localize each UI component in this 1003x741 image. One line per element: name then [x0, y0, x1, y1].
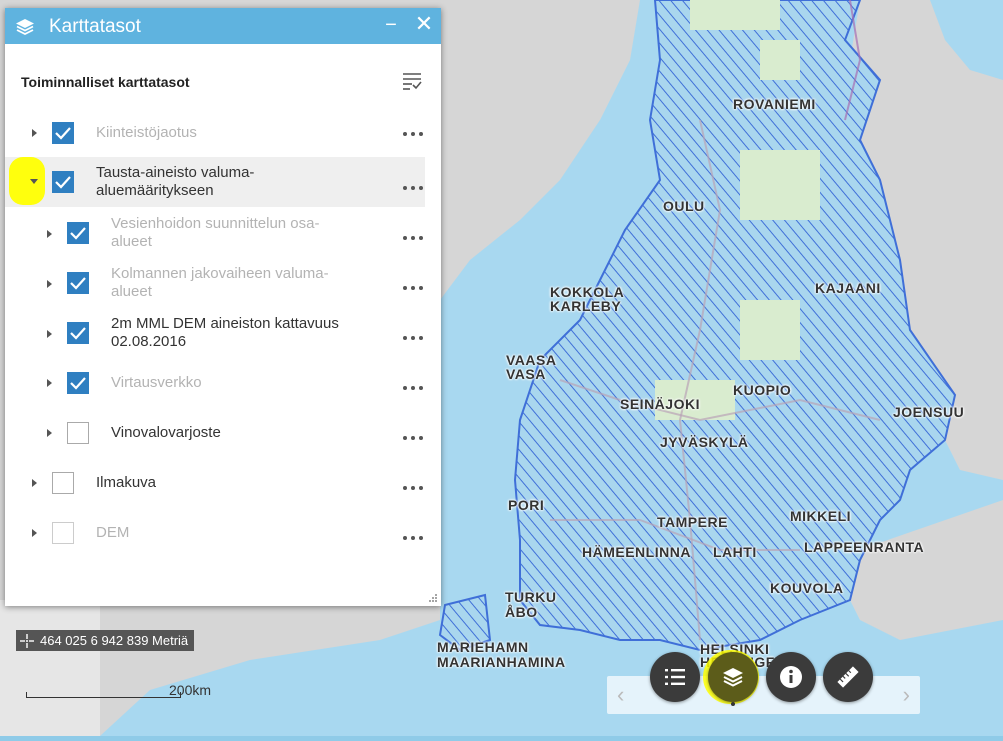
map-label: KAJAANI: [815, 280, 881, 296]
map-label: SEINÄJOKI: [620, 396, 700, 412]
expand-arrow-icon[interactable]: [47, 379, 52, 387]
map-label: JOENSUU: [893, 404, 965, 420]
layer-checkbox[interactable]: [52, 171, 74, 193]
layer-label: Kiinteistöjaotus: [96, 124, 197, 141]
map-label: TAMPERE: [657, 514, 728, 530]
layers-button[interactable]: [708, 652, 758, 702]
toolbar-prev-button[interactable]: ‹: [617, 682, 624, 708]
more-options-icon[interactable]: [403, 533, 425, 543]
layer-row-vinovalovarjoste[interactable]: Vinovalovarjoste: [5, 420, 425, 446]
more-options-icon[interactable]: [403, 383, 425, 393]
layer-label: Ilmakuva: [96, 474, 157, 491]
scale-label: 200km: [169, 682, 212, 698]
layer-list-panel: Karttatasot − ✕ Toiminnalliset karttatas…: [5, 8, 441, 606]
map-label: MIKKELI: [790, 508, 852, 524]
more-options-icon[interactable]: [403, 183, 425, 193]
layer-row-tausta-aineisto[interactable]: Tausta-aineisto valuma- aluemääritykseen: [5, 157, 425, 207]
more-options-icon[interactable]: [403, 433, 425, 443]
more-options-icon[interactable]: [403, 129, 425, 139]
checkmark-icon: [70, 377, 86, 390]
expand-arrow-icon[interactable]: [47, 330, 52, 338]
layer-row-2m-mml-dem[interactable]: 2m MML DEM aineiston kattavuus 02.08.201…: [5, 314, 425, 354]
map-label: OULU: [663, 198, 705, 214]
layer-checkbox[interactable]: [67, 322, 89, 344]
layer-list-button[interactable]: [650, 652, 700, 702]
map-label: HÄMEENLINNA: [582, 544, 691, 560]
section-title: Toiminnalliset karttatasot: [21, 74, 190, 90]
more-options-icon[interactable]: [403, 333, 425, 343]
expand-arrow-icon[interactable]: [32, 129, 37, 137]
layer-checkbox[interactable]: [52, 472, 74, 494]
layer-checkbox[interactable]: [52, 522, 74, 544]
expand-arrow-icon[interactable]: [32, 479, 37, 487]
panel-title: Karttatasot: [49, 16, 141, 37]
layer-row-ilmakuva[interactable]: Ilmakuva: [5, 470, 425, 496]
layer-label: Virtausverkko: [111, 374, 202, 391]
map-label: MAARIANHAMINA: [437, 654, 566, 670]
map-label: ÅBO: [505, 604, 538, 620]
map-label: PORI: [508, 497, 545, 513]
layer-label: Kolmannen jakovaiheen valuma- alueet: [111, 265, 329, 300]
toolbar-next-button[interactable]: ›: [903, 682, 910, 708]
resize-grip-icon[interactable]: [428, 593, 438, 603]
layer-checkbox[interactable]: [67, 372, 89, 394]
checkmark-icon: [55, 127, 71, 140]
crosshair-icon: [20, 633, 34, 648]
checkmark-icon: [70, 277, 86, 290]
ruler-icon: [837, 666, 859, 688]
map-label: LAPPEENRANTA: [804, 539, 925, 555]
expand-arrow-icon[interactable]: [47, 429, 52, 437]
scale-line: [26, 692, 181, 698]
map-label: VASA: [506, 366, 546, 382]
layer-checkbox[interactable]: [67, 272, 89, 294]
map-label: KUOPIO: [733, 382, 792, 398]
more-options-icon[interactable]: [403, 483, 425, 493]
map-label: MARIEHAMN: [437, 639, 529, 655]
expand-arrow-icon[interactable]: [47, 280, 52, 288]
layer-options-icon[interactable]: [401, 70, 423, 92]
expand-arrow-icon[interactable]: [32, 529, 37, 537]
page-indicator-dot: [731, 702, 735, 706]
map-label: JYVÄSKYLÄ: [660, 434, 749, 450]
expand-arrow-icon[interactable]: [47, 230, 52, 238]
coordinate-text: 464 025 6 942 839 Metriä: [40, 633, 189, 648]
layer-row-kolmannen[interactable]: Kolmannen jakovaiheen valuma- alueet: [5, 264, 425, 304]
measure-button[interactable]: [823, 652, 873, 702]
layer-label: Vesienhoidon suunnittelun osa- alueet: [111, 215, 320, 250]
checkmark-icon: [70, 227, 86, 240]
layer-label: 2m MML DEM aineiston kattavuus 02.08.201…: [111, 315, 339, 350]
map-label: TURKU: [505, 589, 557, 605]
layer-label: Vinovalovarjoste: [111, 424, 221, 441]
map-label: ROVANIEMI: [733, 96, 816, 112]
info-icon: [780, 666, 802, 688]
collapse-arrow-icon[interactable]: [30, 179, 38, 184]
layer-row-dem[interactable]: DEM: [5, 520, 425, 546]
more-options-icon[interactable]: [403, 283, 425, 293]
list-icon: [665, 669, 685, 685]
widget-toolbar: ‹ ›: [607, 650, 920, 714]
checkmark-icon: [70, 327, 86, 340]
minimize-button[interactable]: −: [381, 14, 401, 36]
map-label: KARLEBY: [550, 298, 622, 314]
map-label: LAHTI: [713, 544, 757, 560]
close-button[interactable]: ✕: [413, 12, 435, 36]
layers-icon: [723, 668, 743, 687]
scale-bar: 200km: [26, 682, 211, 698]
info-button[interactable]: [766, 652, 816, 702]
map-label: KOUVOLA: [770, 580, 844, 596]
layer-label: Tausta-aineisto valuma- aluemääritykseen: [96, 164, 255, 199]
coordinate-display[interactable]: 464 025 6 942 839 Metriä: [16, 630, 195, 651]
highlight-marker: [9, 157, 45, 205]
layer-row-virtausverkko[interactable]: Virtausverkko: [5, 370, 425, 396]
layer-label: DEM: [96, 524, 130, 541]
layer-row-kiinteistojaotus[interactable]: Kiinteistöjaotus: [5, 120, 425, 146]
more-options-icon[interactable]: [403, 233, 425, 243]
layer-checkbox[interactable]: [52, 122, 74, 144]
layer-checkbox[interactable]: [67, 422, 89, 444]
panel-header[interactable]: Karttatasot − ✕: [5, 8, 441, 44]
layers-icon: [16, 19, 34, 36]
layer-checkbox[interactable]: [67, 222, 89, 244]
layer-row-vesienhoidon[interactable]: Vesienhoidon suunnittelun osa- alueet: [5, 214, 425, 254]
checkmark-icon: [55, 176, 71, 189]
